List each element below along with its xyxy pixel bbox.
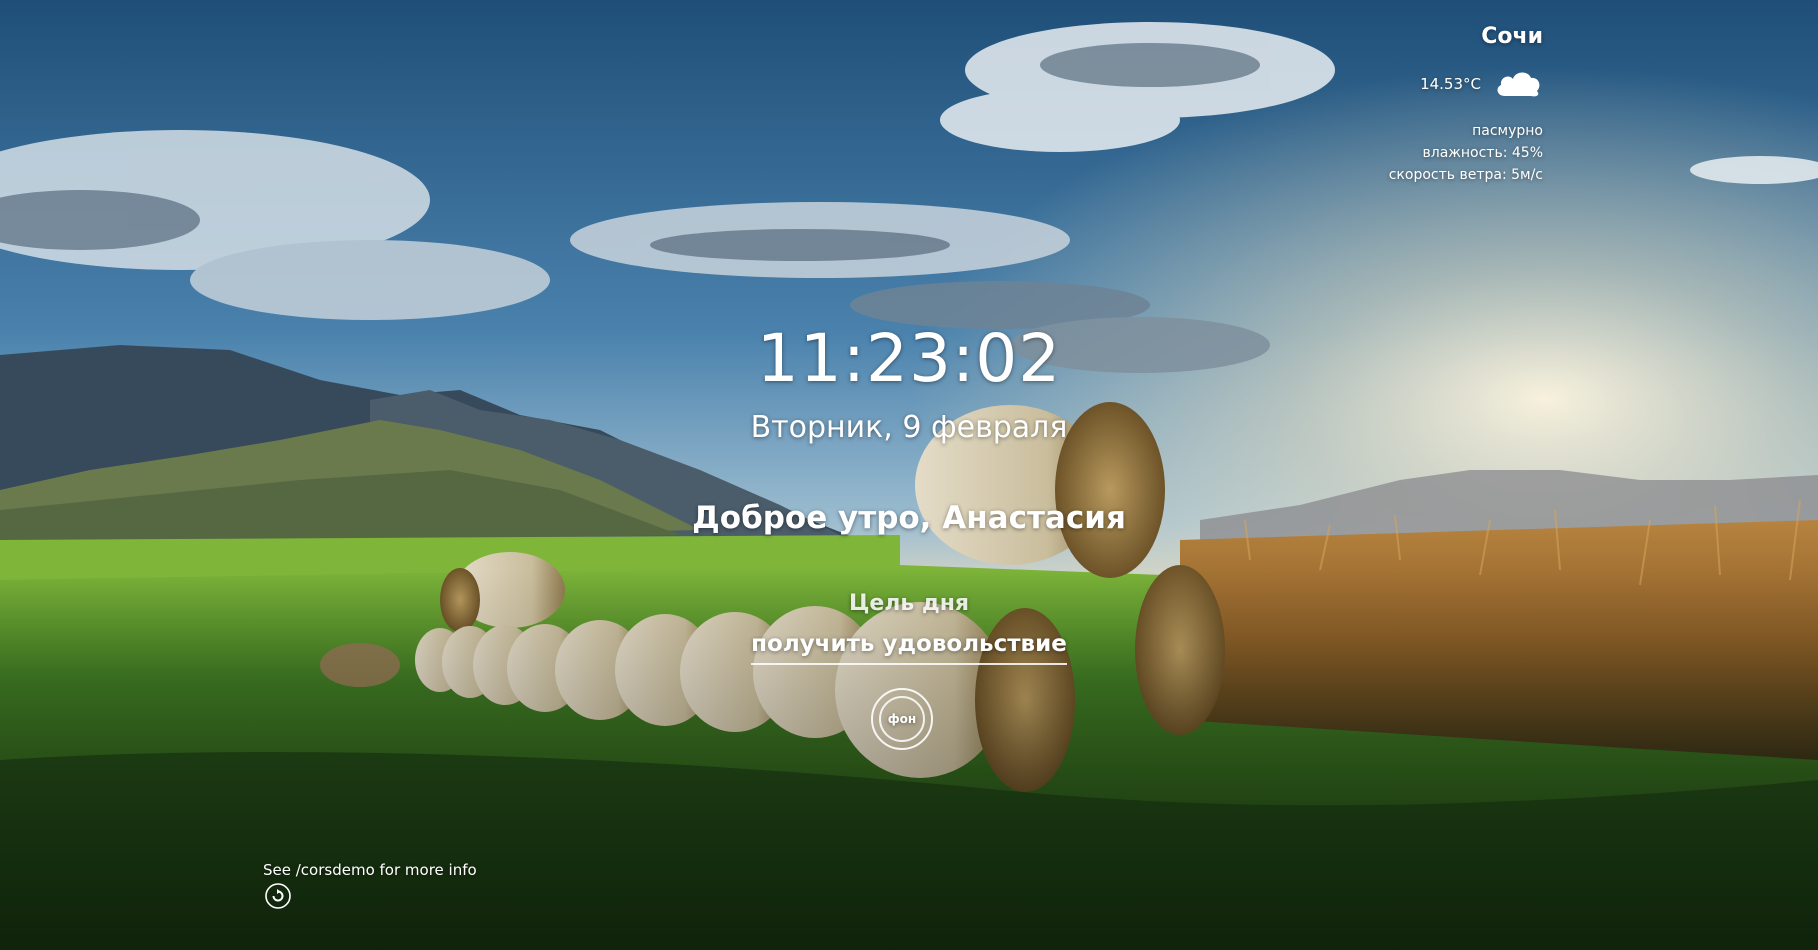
greeting-text: Доброе утро, (692, 500, 932, 536)
quote-text: See /corsdemo for more info (263, 861, 477, 879)
background-image (0, 0, 1818, 950)
weather-wind: скорость ветра: 5м/с (1388, 167, 1543, 183)
background-button-label: фон (887, 712, 917, 726)
weather-details: пасмурно влажность: 45% скорость ветра: … (1283, 120, 1543, 186)
weather-summary: 14.53°C (1283, 66, 1543, 102)
refresh-icon (265, 883, 291, 909)
quote-refresh-button[interactable] (265, 883, 291, 909)
clock-time: 11:23:02 (756, 320, 1062, 397)
cloud-icon (1493, 66, 1543, 102)
greeting-name[interactable]: Анастасия (942, 500, 1126, 536)
clock-date: Вторник, 9 февраля (750, 410, 1068, 445)
weather-widget: Сочи 14.53°C пасмурно влажность: 45% ско… (1283, 22, 1543, 186)
weather-city[interactable]: Сочи (1283, 22, 1543, 52)
goal-input-wrap: получить удовольствие (0, 631, 1818, 665)
greeting: Доброе утро, Анастасия (0, 500, 1818, 536)
goal-title: Цель дня (848, 591, 970, 616)
weather-description: пасмурно (1472, 123, 1543, 139)
goal-input[interactable]: получить удовольствие (751, 631, 1067, 665)
change-background-button[interactable]: фон (871, 688, 933, 750)
dashboard-screen: Сочи 14.53°C пасмурно влажность: 45% ско… (0, 0, 1818, 950)
weather-temperature: 14.53°C (1420, 75, 1481, 93)
weather-humidity: влажность: 45% (1422, 145, 1544, 161)
